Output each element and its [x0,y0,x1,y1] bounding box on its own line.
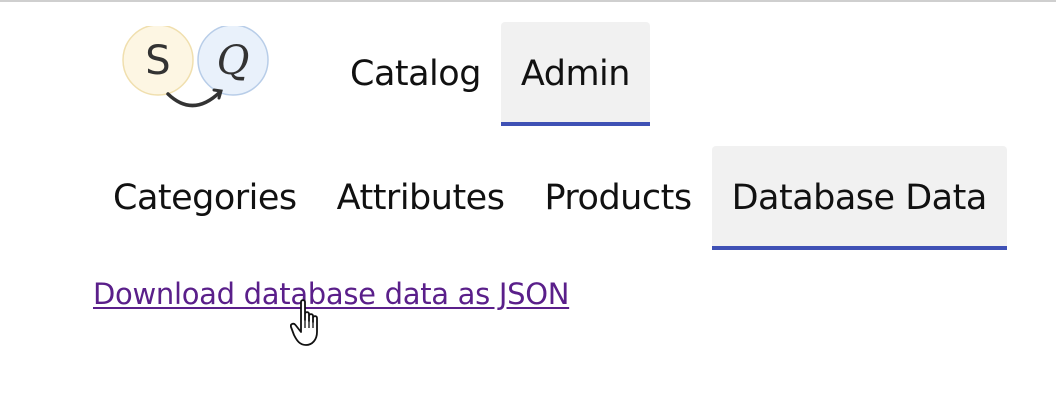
sub-nav-item-label: Categories [113,178,297,218]
nav-item-admin[interactable]: Admin [500,22,650,126]
logo-graphic: S Q [122,24,269,108]
download-json-link[interactable]: Download database data as JSON [93,277,569,311]
nav-item-catalog[interactable]: Catalog [330,22,501,126]
sub-nav-item-label: Database Data [731,178,988,218]
sub-nav-item-label: Products [544,178,692,218]
admin-sub-navigation: Categories Attributes Products Database … [93,146,1007,250]
site-logo[interactable]: S Q [118,24,274,116]
sub-nav-item-attributes[interactable]: Attributes [317,146,525,250]
logo-letter-q: Q [217,38,250,84]
browser-top-border [0,0,1056,5]
sub-nav-item-products[interactable]: Products [524,146,711,250]
nav-item-label: Admin [520,54,631,94]
nav-item-label: Catalog [350,54,481,94]
hand-pointer-icon [290,299,318,346]
main-navigation: Catalog Admin [330,22,650,126]
sub-nav-item-categories[interactable]: Categories [93,146,317,250]
sub-nav-item-database-data[interactable]: Database Data [711,146,1007,250]
logo-letter-s: S [145,38,170,84]
sub-nav-item-label: Attributes [336,178,505,218]
